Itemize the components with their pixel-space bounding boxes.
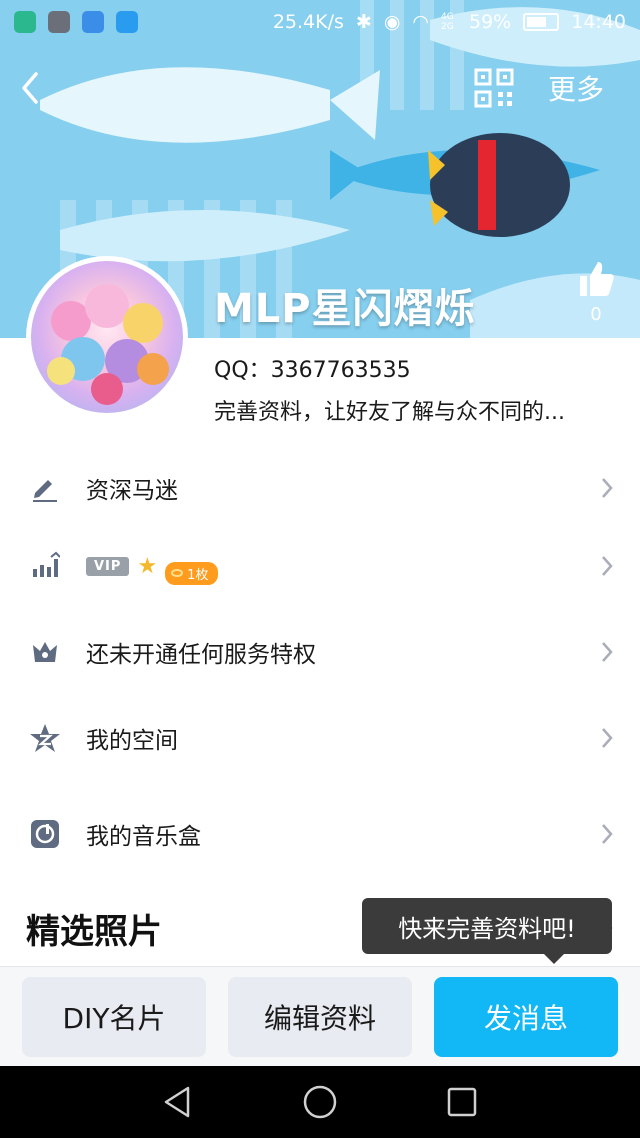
moon-app-icon <box>14 11 36 33</box>
send-app-icon <box>82 11 104 33</box>
featured-photos-title: 精选照片 <box>26 912 162 952</box>
gallery-app-icon <box>48 11 70 33</box>
network-speed: 25.4K/s <box>272 11 344 33</box>
service-label: 还未开通任何服务特权 <box>86 642 316 668</box>
nav-back-icon[interactable] <box>160 1084 196 1120</box>
star-icon: ★ <box>137 553 158 579</box>
row-vip-level[interactable]: VIP ★ 1枚 <box>0 536 640 596</box>
system-navigation-bar <box>0 1066 640 1138</box>
chat-app-icon <box>116 11 138 33</box>
level-chart-icon <box>28 549 62 583</box>
chevron-right-icon <box>602 824 613 844</box>
complete-profile-tooltip[interactable]: 快来完善资料吧! <box>362 898 612 964</box>
avatar-artwork <box>47 284 169 405</box>
row-title[interactable]: 资深马迷 <box>0 458 640 518</box>
coin-icon <box>171 569 184 577</box>
coin-badge: 1枚 <box>165 561 219 585</box>
network-type: 4G 2G <box>441 12 454 32</box>
clock: 14:40 <box>571 11 626 33</box>
like-button[interactable]: 0 <box>574 258 618 325</box>
pencil-icon <box>28 471 62 505</box>
music-box-icon <box>28 817 62 851</box>
battery-percent: 59% <box>469 11 512 33</box>
diy-card-button[interactable]: DIY名片 <box>22 977 206 1057</box>
status-bar: 25.4K/s ✱ ◉ ◠ 4G 2G 59% 14:40 <box>0 0 640 44</box>
battery-icon <box>523 13 560 31</box>
chevron-right-icon <box>602 642 613 662</box>
bluetooth-icon: ✱ <box>355 11 372 33</box>
chevron-right-icon <box>602 556 613 576</box>
nav-home-icon[interactable] <box>302 1084 338 1120</box>
vip-tag: VIP <box>86 556 130 576</box>
qr-code-icon[interactable] <box>474 68 514 108</box>
send-message-button[interactable]: 发消息 <box>434 977 618 1057</box>
qq-number: QQ：3367763535 <box>214 358 411 383</box>
music-label: 我的音乐盒 <box>86 824 201 850</box>
row-music-box[interactable]: 我的音乐盒 <box>0 804 640 864</box>
coin-count: 1枚 <box>187 567 209 583</box>
nav-recents-icon[interactable] <box>444 1084 480 1120</box>
signature[interactable]: 完善资料，让好友了解与众不同的... <box>214 394 614 426</box>
more-button[interactable]: 更多 <box>548 68 604 108</box>
thumbs-up-icon <box>580 262 614 296</box>
chevron-right-icon <box>602 728 613 748</box>
edit-profile-button[interactable]: 编辑资料 <box>228 977 412 1057</box>
qzone-star-icon <box>28 721 62 755</box>
chevron-right-icon <box>602 478 613 498</box>
row-service-privileges[interactable]: 还未开通任何服务特权 <box>0 622 640 682</box>
wifi-icon: ◠ <box>412 11 429 33</box>
like-count: 0 <box>590 304 602 325</box>
action-bar: DIY名片 编辑资料 发消息 <box>0 966 640 1066</box>
nickname: MLP星闪熠烁 <box>214 286 476 332</box>
crown-icon <box>28 635 62 669</box>
back-arrow-icon[interactable] <box>16 66 48 110</box>
eye-icon: ◉ <box>383 11 401 33</box>
row-my-space[interactable]: 我的空间 <box>0 708 640 768</box>
title-label: 资深马迷 <box>86 478 178 504</box>
avatar[interactable] <box>26 256 188 418</box>
space-label: 我的空间 <box>86 728 178 754</box>
